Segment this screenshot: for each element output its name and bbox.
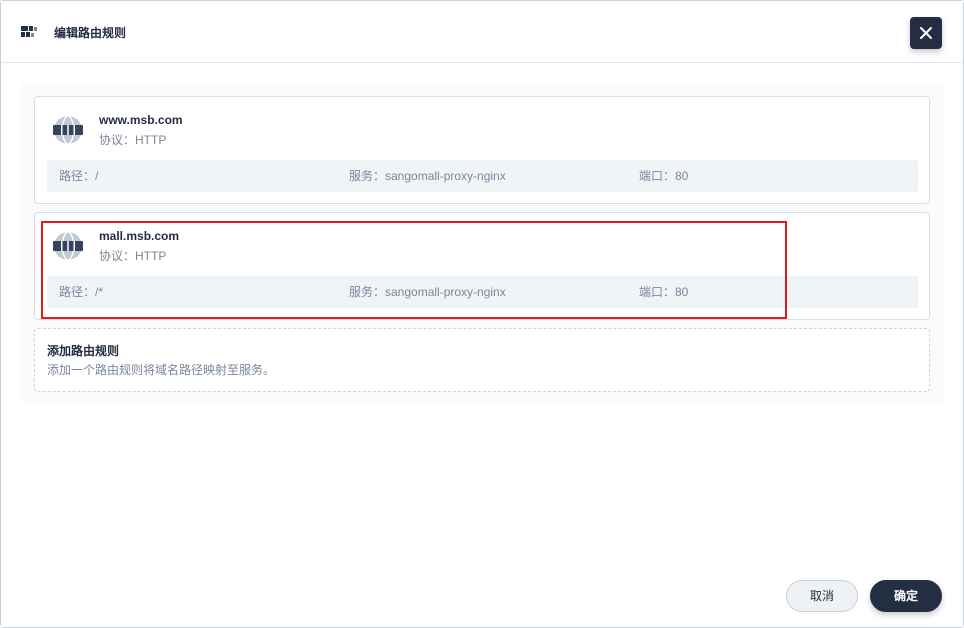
globe-icon (53, 231, 83, 261)
rule-meta-row: 路径：/* 服务：sangomall-proxy-nginx 端口：80 (47, 276, 918, 308)
rule-path: 路径：/ (59, 169, 99, 183)
dialog-title: 编辑路由规则 (54, 26, 127, 40)
edit-routing-rules-dialog: 编辑路由规则 www.msb.com 协议：HTTP 路径：/ 服务：sango… (0, 0, 964, 628)
rule-host: www.msb.com (99, 113, 183, 127)
dialog-header: 编辑路由规则 (1, 1, 963, 63)
rule-port: 端口：80 (639, 285, 689, 299)
cancel-button[interactable]: 取消 (786, 580, 858, 612)
rule-card[interactable]: mall.msb.com 协议：HTTP 路径：/* 服务：sangomall-… (34, 212, 930, 320)
rule-service: 服务：sangomall-proxy-nginx (349, 169, 506, 183)
rule-card[interactable]: www.msb.com 协议：HTTP 路径：/ 服务：sangomall-pr… (34, 96, 930, 204)
rule-path: 路径：/* (59, 285, 104, 299)
confirm-button[interactable]: 确定 (870, 580, 942, 612)
rule-service: 服务：sangomall-proxy-nginx (349, 285, 506, 299)
rule-protocol: 协议：HTTP (99, 249, 167, 263)
rule-port: 端口：80 (639, 169, 689, 183)
rule-protocol: 协议：HTTP (99, 133, 167, 147)
add-rule-description: 添加一个路由规则将域名路径映射至服务。 (47, 363, 276, 377)
close-button[interactable] (910, 17, 942, 49)
dialog-footer: 取消 确定 (1, 561, 963, 627)
globe-icon (53, 115, 83, 145)
router-rules-icon (21, 26, 37, 37)
add-rule-title: 添加路由规则 (47, 344, 120, 358)
add-routing-rule-button[interactable]: 添加路由规则 添加一个路由规则将域名路径映射至服务。 (34, 328, 930, 392)
rule-host: mall.msb.com (99, 229, 180, 243)
close-icon (920, 27, 932, 39)
rule-meta-row: 路径：/ 服务：sangomall-proxy-nginx 端口：80 (47, 160, 918, 192)
